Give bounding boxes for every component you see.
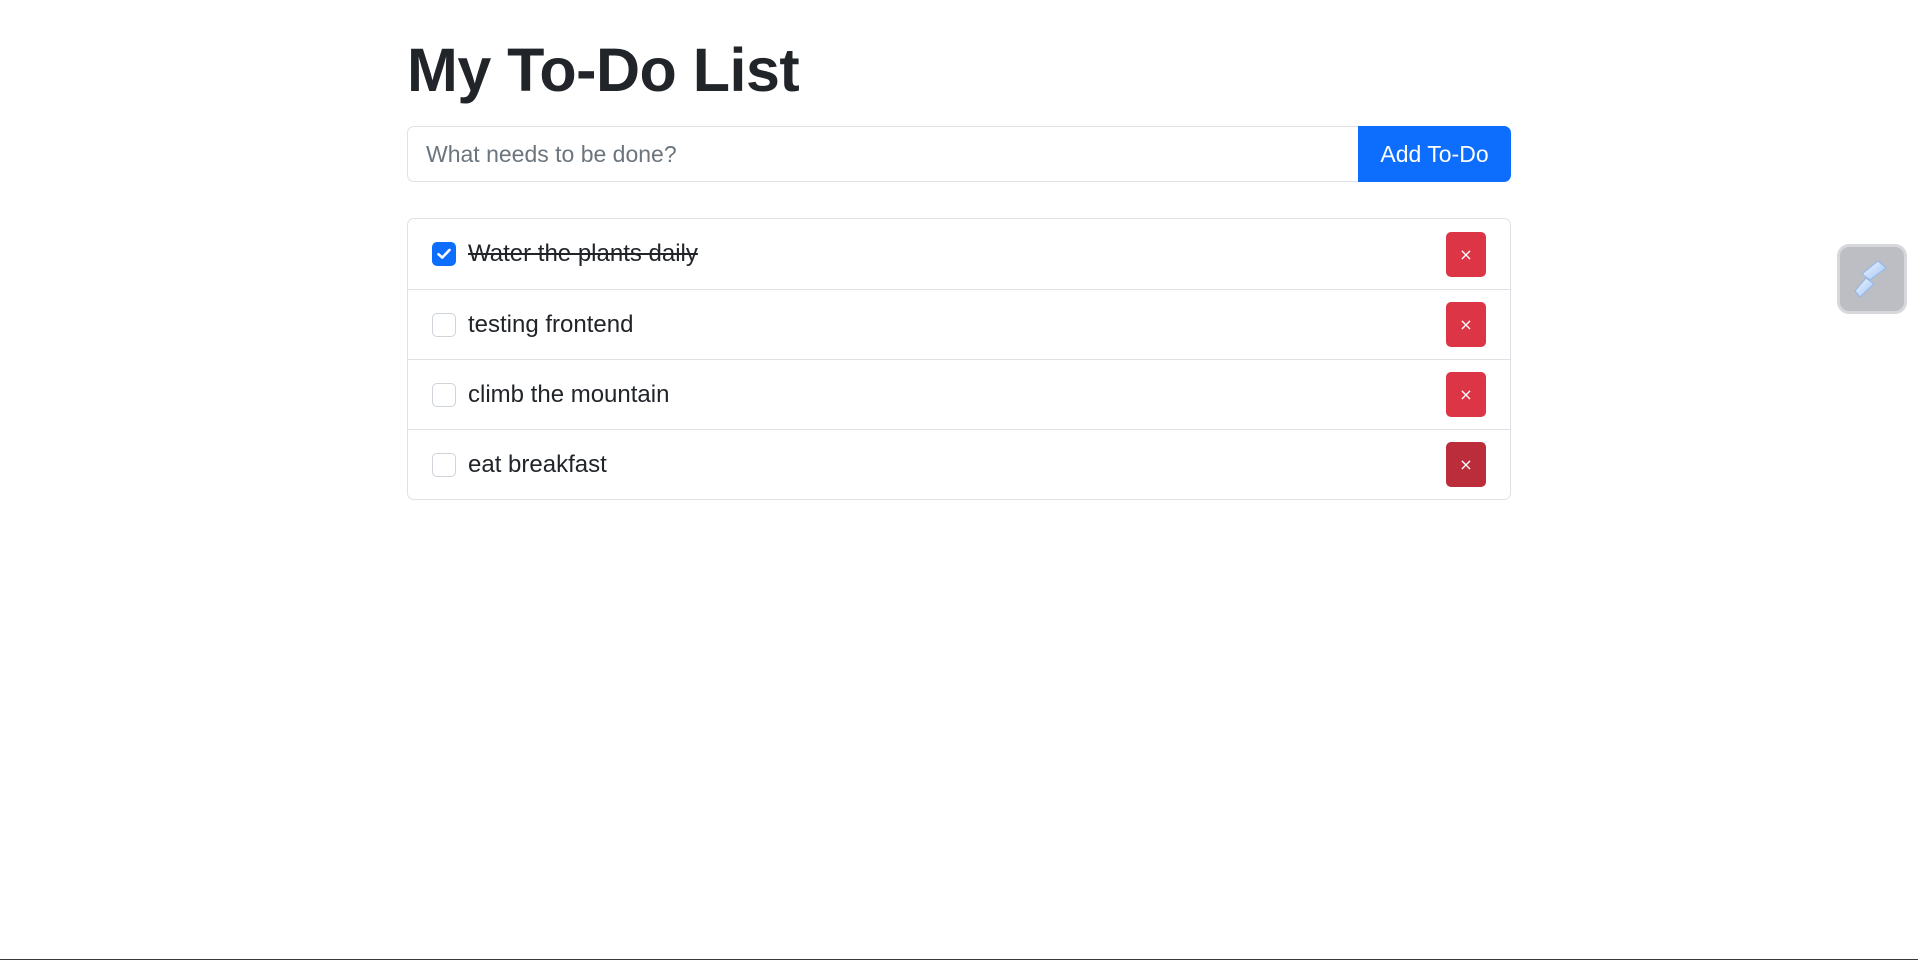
delete-todo-button[interactable]: × [1446, 372, 1486, 417]
todo-item: eat breakfast × [408, 429, 1510, 499]
todo-checkbox[interactable] [432, 312, 456, 337]
page-title: My To-Do List [407, 36, 800, 104]
todo-checkbox[interactable] [432, 382, 456, 407]
delete-todo-button[interactable]: × [1446, 442, 1486, 487]
extension-icon [1854, 260, 1887, 298]
todo-app: My To-Do List Add To-Do Water the plants… [407, 30, 1511, 516]
add-todo-button[interactable]: Add To-Do [1358, 126, 1511, 182]
todo-item: climb the mountain × [408, 359, 1510, 429]
page: My To-Do List Add To-Do Water the plants… [0, 0, 1918, 960]
todo-text: testing frontend [468, 310, 634, 338]
new-todo-input[interactable] [407, 126, 1358, 182]
check-icon [437, 248, 451, 259]
todo-text: eat breakfast [468, 450, 607, 478]
todo-text: Water the plants daily [468, 240, 698, 267]
todo-checkbox[interactable] [432, 242, 456, 266]
todo-list: Water the plants daily × testing fronten… [407, 218, 1511, 500]
todo-item: testing frontend × [408, 289, 1510, 359]
todo-checkbox[interactable] [432, 452, 456, 477]
delete-todo-button[interactable]: × [1446, 302, 1486, 347]
delete-todo-button[interactable]: × [1446, 231, 1486, 277]
add-todo-form: Add To-Do [407, 126, 1511, 182]
todo-item: Water the plants daily × [408, 219, 1510, 289]
extension-button[interactable] [1837, 244, 1907, 314]
todo-text: climb the mountain [468, 380, 670, 408]
